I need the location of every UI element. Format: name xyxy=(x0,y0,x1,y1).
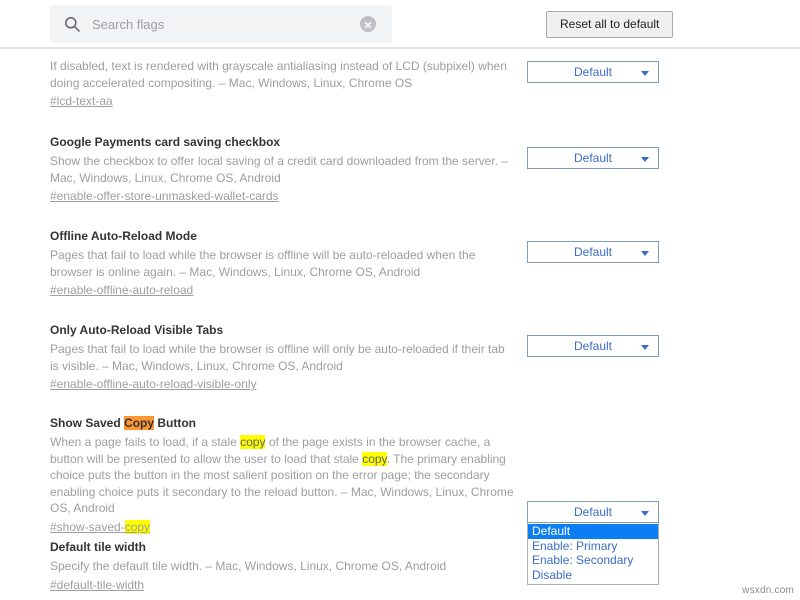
flag-select[interactable]: Default xyxy=(527,147,659,169)
flag-entry-show-saved-copy: Show Saved Copy Button When a page fails… xyxy=(0,415,800,535)
flag-description: Specify the default tile width. – Mac, W… xyxy=(50,558,515,575)
search-match-highlight: Copy xyxy=(124,416,154,430)
flag-entry-enable-offline-auto-reload-visible-only: Only Auto-Reload Visible Tabs Pages that… xyxy=(0,322,800,392)
flag-select-option-enable-primary[interactable]: Enable: Primary xyxy=(528,539,658,554)
flag-permalink[interactable]: #enable-offer-store-unmasked-wallet-card… xyxy=(50,188,279,204)
flag-permalink[interactable]: #show-saved-copy xyxy=(50,519,150,535)
flag-select-option-default[interactable]: Default xyxy=(528,524,658,539)
flag-select-wrapper: Default Default Enable: Primary Enable: … xyxy=(527,501,659,523)
flag-description: When a page fails to load, if a stale co… xyxy=(50,434,515,517)
flag-select-wrapper: Default xyxy=(527,241,659,263)
flags-list: If disabled, text is rendered with grays… xyxy=(0,48,800,600)
flag-description: Pages that fail to load while the browse… xyxy=(50,247,515,280)
chevron-down-icon xyxy=(641,511,649,516)
chevron-down-icon xyxy=(641,345,649,350)
flag-entry-enable-offline-auto-reload: Offline Auto-Reload Mode Pages that fail… xyxy=(0,228,800,298)
flag-select-value: Default xyxy=(574,339,612,353)
flag-select-option-enable-secondary[interactable]: Enable: Secondary xyxy=(528,553,658,568)
flag-entry-lcd-text-aa: If disabled, text is rendered with grays… xyxy=(0,48,800,109)
flag-title: Show Saved Copy Button xyxy=(50,415,515,431)
flag-select-dropdown[interactable]: Default Enable: Primary Enable: Secondar… xyxy=(527,523,659,585)
flag-description: Pages that fail to load while the browse… xyxy=(50,341,515,374)
search-icon xyxy=(64,16,80,32)
flag-description: Show the checkbox to offer local saving … xyxy=(50,153,515,186)
flag-title: Only Auto-Reload Visible Tabs xyxy=(50,322,515,338)
flag-title-part-1: Show Saved xyxy=(50,416,124,430)
search-match-highlight: copy xyxy=(240,435,265,449)
close-circle-icon[interactable] xyxy=(360,16,376,32)
search-match-highlight: copy xyxy=(362,452,386,466)
flag-entry-offer-store-unmasked-wallet-cards: Google Payments card saving checkbox Sho… xyxy=(0,134,800,204)
flag-desc-part-1: When a page fails to load, if a stale xyxy=(50,435,240,449)
flags-header: Reset all to default xyxy=(0,0,800,48)
flag-select-wrapper: Default xyxy=(527,335,659,357)
flag-select[interactable]: Default xyxy=(527,61,659,83)
flag-permalink[interactable]: #enable-offline-auto-reload xyxy=(50,282,193,298)
flag-permalink[interactable]: #lcd-text-aa xyxy=(50,93,113,109)
flag-select-value: Default xyxy=(574,65,612,79)
search-input[interactable] xyxy=(92,14,360,34)
flag-title: Default tile width xyxy=(50,539,515,555)
chevron-down-icon xyxy=(641,157,649,162)
chevron-down-icon xyxy=(641,71,649,76)
flag-permalink[interactable]: #default-tile-width xyxy=(50,577,144,593)
flag-select-value: Default xyxy=(574,245,612,259)
flag-description: If disabled, text is rendered with grays… xyxy=(50,58,515,91)
flag-select[interactable]: Default xyxy=(527,501,659,523)
flag-title: Google Payments card saving checkbox xyxy=(50,134,515,150)
flag-permalink[interactable]: #enable-offline-auto-reload-visible-only xyxy=(50,376,257,392)
reset-all-to-default-button[interactable]: Reset all to default xyxy=(546,11,673,38)
flag-select-wrapper: Default xyxy=(527,147,659,169)
search-match-highlight: copy xyxy=(125,520,150,534)
flag-select[interactable]: Default xyxy=(527,241,659,263)
flag-entry-default-tile-width: Default tile width Specify the default t… xyxy=(0,539,800,593)
flag-select-option-disable[interactable]: Disable xyxy=(528,568,658,583)
flag-title: Offline Auto-Reload Mode xyxy=(50,228,515,244)
chevron-down-icon xyxy=(641,251,649,256)
flag-permalink-part-1: #show-saved- xyxy=(50,520,125,534)
watermark: wsxdn.com xyxy=(742,585,794,596)
flag-select-value: Default xyxy=(574,505,612,519)
flag-title-part-3: Button xyxy=(154,416,196,430)
flag-select[interactable]: Default xyxy=(527,335,659,357)
search-flags-box[interactable] xyxy=(50,5,392,43)
flag-select-wrapper: Default xyxy=(527,61,659,83)
flag-select-value: Default xyxy=(574,151,612,165)
